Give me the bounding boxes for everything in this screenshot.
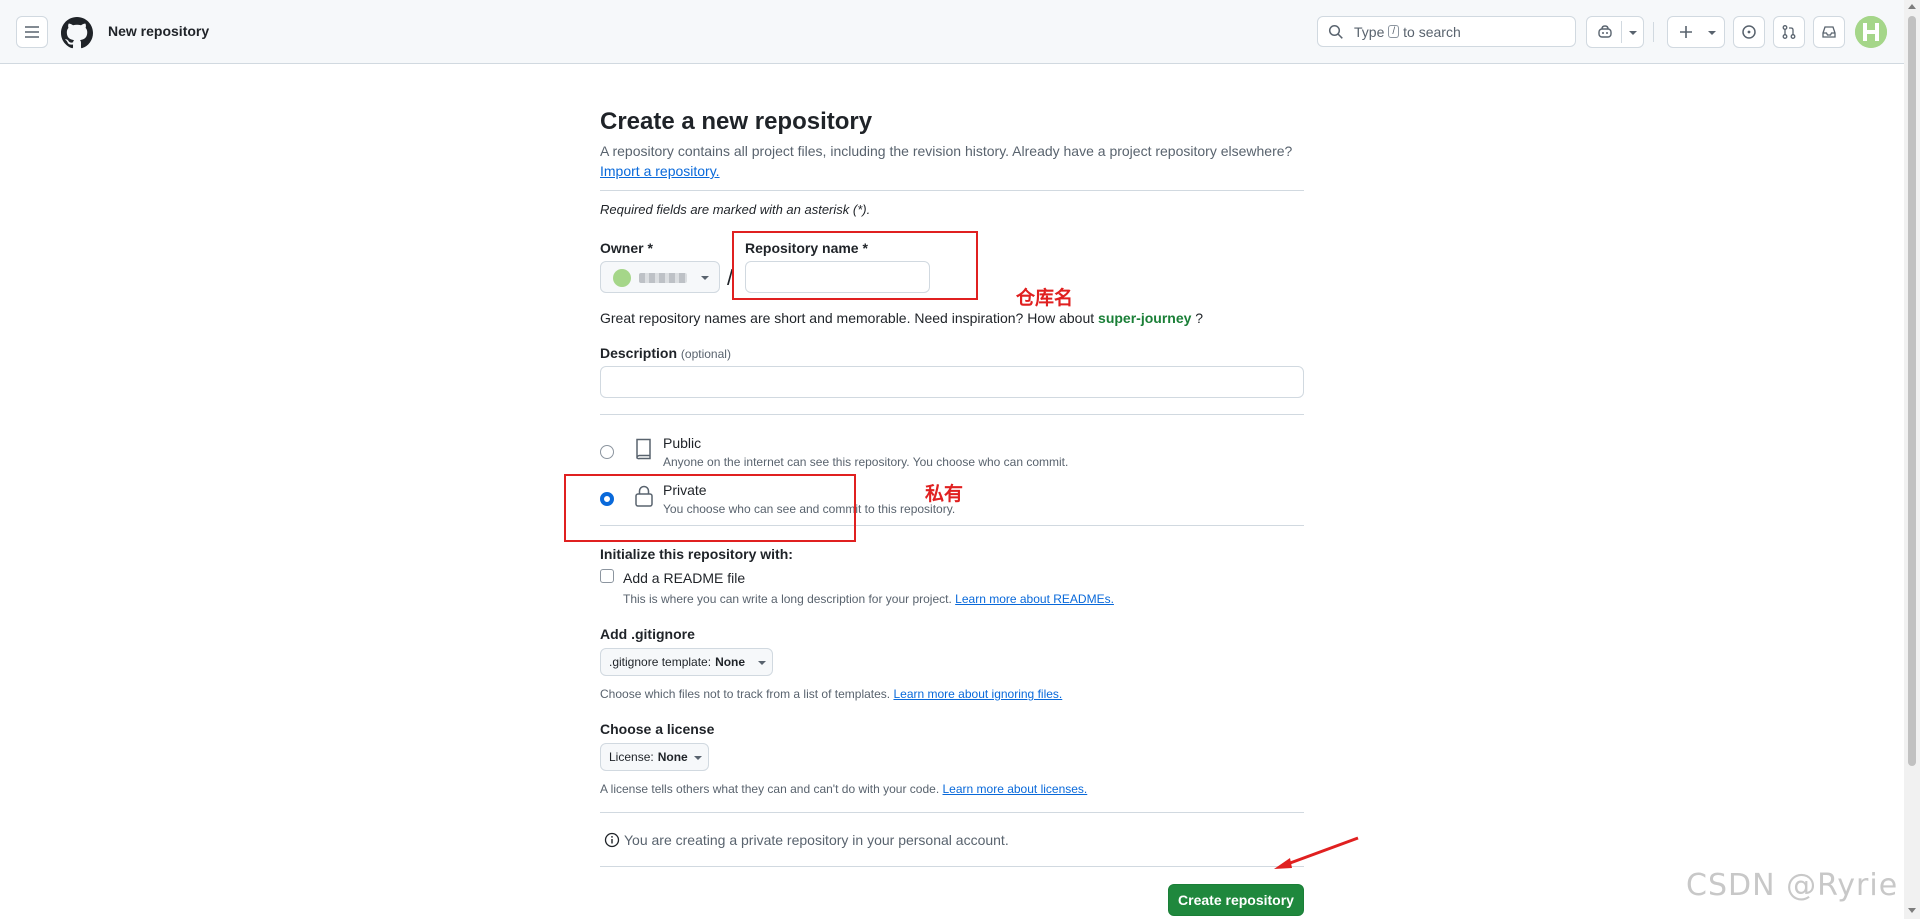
annotation-private-note: 私有: [925, 483, 964, 505]
scroll-down-arrow-icon[interactable]: [1908, 908, 1916, 913]
page-title: New repository: [108, 23, 210, 39]
global-header: New repository Type / to search: [0, 0, 1904, 64]
license-desc-text: A license tells others what they can and…: [600, 782, 940, 796]
scroll-up-arrow-icon[interactable]: [1908, 4, 1916, 9]
gitignore-select-label: .gitignore template:: [609, 655, 712, 669]
info-icon: [604, 832, 620, 848]
search-placeholder-suffix: to search: [1403, 23, 1461, 40]
readme-checkbox[interactable]: [600, 569, 614, 583]
chevron-down-icon: [758, 661, 766, 665]
repo-name-hint: Great repository names are short and mem…: [600, 310, 1203, 326]
issue-icon: [1742, 25, 1756, 39]
github-logo-icon[interactable]: [61, 17, 93, 54]
license-learn-more-link[interactable]: Learn more about licenses.: [943, 782, 1088, 796]
copilot-icon: [1598, 25, 1612, 38]
chevron-down-icon: [1629, 31, 1637, 35]
owner-select[interactable]: [600, 261, 720, 293]
copilot-button[interactable]: [1586, 16, 1644, 48]
chevron-down-icon: [701, 276, 709, 280]
search-placeholder-prefix: Type: [1354, 23, 1385, 40]
gitignore-heading: Add .gitignore: [600, 626, 695, 642]
divider: [600, 866, 1304, 867]
annotation-repo-name-note: 仓库名: [1016, 287, 1074, 309]
issues-button[interactable]: [1733, 16, 1765, 48]
license-select-value: None: [657, 750, 688, 764]
description-label: Description (optional): [600, 345, 731, 361]
pull-requests-button[interactable]: [1773, 16, 1805, 48]
readme-learn-more-link[interactable]: Learn more about READMEs.: [955, 592, 1114, 606]
gitignore-desc: Choose which files not to track from a l…: [600, 687, 1062, 701]
chevron-down-icon: [694, 756, 702, 760]
menu-button[interactable]: [16, 16, 48, 48]
readme-desc: This is where you can write a long descr…: [623, 592, 1114, 606]
public-radio[interactable]: [600, 445, 614, 459]
name-suggestion[interactable]: super-journey: [1098, 310, 1191, 326]
gitignore-select-value: None: [715, 655, 746, 669]
gitignore-select[interactable]: .gitignore template: None: [600, 648, 773, 676]
owner-label: Owner *: [600, 240, 653, 256]
repo-icon: [636, 438, 651, 460]
annotation-box-private: [564, 474, 856, 542]
annotation-box-repo-name: [732, 231, 978, 300]
divider: [600, 812, 1304, 813]
chevron-down-icon: [1708, 31, 1716, 35]
license-select-label: License:: [609, 750, 654, 764]
header-divider: [1653, 22, 1654, 42]
import-repository-link[interactable]: Import a repository.: [600, 163, 720, 179]
readme-label[interactable]: Add a README file: [623, 570, 745, 586]
user-avatar[interactable]: [1855, 16, 1887, 48]
gitignore-desc-text: Choose which files not to track from a l…: [600, 687, 891, 701]
create-new-button[interactable]: [1667, 16, 1725, 48]
info-message: You are creating a private repository in…: [604, 832, 1009, 848]
search-input[interactable]: Type / to search: [1317, 16, 1576, 47]
plus-icon: [1680, 26, 1692, 38]
hint-text: Great repository names are short and mem…: [600, 310, 1095, 326]
license-heading: Choose a license: [600, 721, 715, 737]
info-text: You are creating a private repository in…: [624, 832, 1009, 848]
pull-request-icon: [1782, 25, 1796, 39]
owner-avatar: [613, 269, 631, 287]
watermark: CSDN @Ryrie: [1686, 868, 1899, 903]
hamburger-icon: [25, 26, 39, 38]
form-title: Create a new repository: [600, 108, 873, 135]
readme-desc-text: This is where you can write a long descr…: [623, 592, 952, 606]
inbox-button[interactable]: [1813, 16, 1845, 48]
gitignore-learn-more-link[interactable]: Learn more about ignoring files.: [893, 687, 1062, 701]
public-option-title: Public: [663, 435, 702, 451]
required-note: Required fields are marked with an aster…: [600, 202, 871, 217]
search-icon: [1328, 24, 1343, 39]
hint-suffix: ?: [1195, 310, 1204, 326]
owner-name-blurred: [639, 273, 687, 283]
annotation-arrow-icon: [1274, 836, 1359, 869]
init-heading: Initialize this repository with:: [600, 546, 793, 562]
inbox-icon: [1822, 26, 1836, 38]
license-select[interactable]: License: None: [600, 743, 709, 771]
description-label-text: Description: [600, 345, 678, 361]
lead-text: A repository contains all project files,…: [600, 143, 1293, 159]
search-shortcut-key: /: [1388, 25, 1400, 38]
divider: [600, 190, 1304, 191]
form-lead: A repository contains all project files,…: [600, 143, 1292, 179]
create-repository-button[interactable]: Create repository: [1168, 884, 1304, 916]
public-option-desc: Anyone on the internet can see this repo…: [663, 455, 1069, 469]
optional-tag: (optional): [680, 347, 731, 361]
divider: [600, 414, 1304, 415]
license-desc: A license tells others what they can and…: [600, 782, 1087, 796]
scrollbar-thumb[interactable]: [1908, 16, 1916, 766]
description-input[interactable]: [600, 366, 1304, 398]
